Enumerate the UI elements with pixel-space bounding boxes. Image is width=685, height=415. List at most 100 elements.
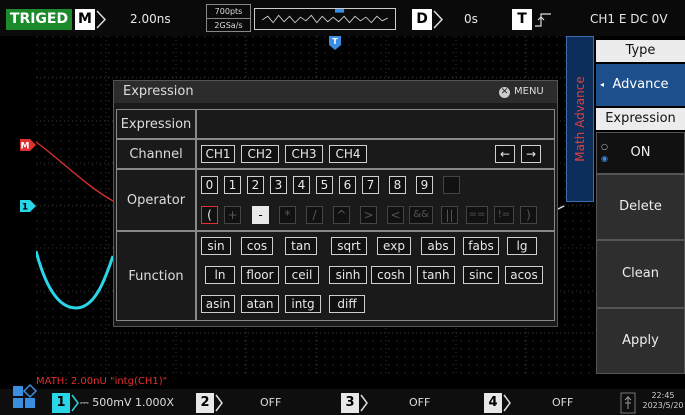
- ch1-info[interactable]: ⎓ 500mV 1.000X: [80, 393, 174, 413]
- dialog-title: Expression: [123, 84, 194, 99]
- cursor-left-key[interactable]: ←: [495, 145, 515, 163]
- key-digit-8[interactable]: 8: [389, 176, 406, 194]
- key-ch3[interactable]: CH3: [285, 145, 323, 163]
- delay-value[interactable]: 0s: [464, 9, 478, 30]
- key-tanh[interactable]: tanh: [417, 266, 455, 284]
- trigger-marker-label: T: [332, 37, 338, 46]
- key-abs[interactable]: abs: [421, 237, 455, 255]
- clock-time: 22:45: [651, 391, 675, 400]
- key-digit-2[interactable]: 2: [247, 176, 264, 194]
- key-and[interactable]: &&: [409, 206, 433, 224]
- key-cos[interactable]: cos: [241, 237, 273, 255]
- rising-edge-icon: [535, 13, 551, 27]
- key-digit-4[interactable]: 4: [293, 176, 310, 194]
- key-power[interactable]: ^: [333, 206, 350, 224]
- apply-button[interactable]: Apply: [596, 308, 685, 374]
- key-floor[interactable]: floor: [241, 266, 279, 284]
- delay-menu-button[interactable]: D: [412, 9, 432, 30]
- key-ch1[interactable]: CH1: [201, 145, 235, 163]
- key-digit-7[interactable]: 7: [362, 176, 379, 194]
- trigger-status-badge: TRIGED: [6, 9, 72, 30]
- key-ch4[interactable]: CH4: [329, 145, 367, 163]
- function-row-label: Function: [116, 231, 196, 321]
- key-close-paren[interactable]: ): [520, 206, 537, 224]
- expression-input[interactable]: [196, 109, 555, 139]
- key-intg[interactable]: intg: [285, 295, 321, 313]
- key-sinc[interactable]: sinc: [463, 266, 499, 284]
- math-advance-side-tab: Math Advance: [566, 36, 594, 202]
- key-plus[interactable]: +: [224, 206, 241, 224]
- key-digit-0[interactable]: 0: [201, 176, 218, 194]
- clean-button[interactable]: Clean: [596, 240, 685, 308]
- key-less[interactable]: <: [387, 206, 404, 224]
- channel-area: CH1 CH2 CH3 CH4 ← →: [196, 139, 555, 169]
- key-fabs[interactable]: fabs: [463, 237, 499, 255]
- home-menu-icon[interactable]: [10, 383, 38, 411]
- key-digit-9[interactable]: 9: [416, 176, 433, 194]
- delete-button[interactable]: Delete: [596, 174, 685, 240]
- key-digit-3[interactable]: 3: [270, 176, 287, 194]
- key-asin[interactable]: asin: [201, 295, 235, 313]
- key-ln[interactable]: ln: [205, 266, 235, 284]
- key-acos[interactable]: acos: [505, 266, 543, 284]
- key-sinh[interactable]: sinh: [329, 266, 367, 284]
- key-open-paren[interactable]: (: [201, 206, 218, 224]
- cursor-right-key[interactable]: →: [521, 145, 541, 163]
- key-digit-6[interactable]: 6: [339, 176, 356, 194]
- key-digit-1[interactable]: 1: [224, 176, 241, 194]
- key-not-equal[interactable]: !=: [494, 206, 514, 224]
- key-digit-5[interactable]: 5: [316, 176, 333, 194]
- key-cosh[interactable]: cosh: [371, 266, 411, 284]
- key-sin[interactable]: sin: [201, 237, 231, 255]
- type-advance-button[interactable]: ◂ Advance: [596, 64, 685, 106]
- type-title: Type: [596, 40, 685, 62]
- side-tab-label: Math Advance: [573, 76, 587, 162]
- ch3-info[interactable]: OFF: [409, 393, 430, 413]
- ch2-info[interactable]: OFF: [260, 393, 281, 413]
- expression-value: ON: [630, 145, 651, 160]
- timebase-value[interactable]: 2.00ns: [130, 9, 171, 30]
- key-sqrt[interactable]: sqrt: [331, 237, 367, 255]
- ch1-button[interactable]: 1: [52, 393, 70, 413]
- math-marker-label: M: [21, 142, 30, 152]
- key-minus[interactable]: -: [252, 206, 269, 224]
- ch1-marker[interactable]: 1: [20, 200, 36, 212]
- waveform-overview[interactable]: [254, 8, 396, 30]
- math-marker[interactable]: M: [20, 139, 36, 151]
- close-icon[interactable]: ✕: [499, 87, 510, 98]
- radio-on-icon: ◉: [601, 154, 608, 163]
- key-ceil[interactable]: ceil: [285, 266, 319, 284]
- key-greater[interactable]: >: [360, 206, 377, 224]
- trigger-position-marker[interactable]: T: [329, 36, 341, 50]
- key-equal[interactable]: ==: [466, 206, 488, 224]
- key-diff[interactable]: diff: [329, 295, 365, 313]
- type-value: Advance: [612, 77, 669, 92]
- trigger-source-info: CH1 E DC 0V: [590, 12, 668, 26]
- usb-icon: [620, 392, 636, 414]
- function-area: sin cos tan sqrt exp abs fabs lg ln floo…: [196, 231, 555, 321]
- clock-date: 2023/5/20: [642, 401, 684, 410]
- key-ch2[interactable]: CH2: [241, 145, 279, 163]
- expression-toggle[interactable]: ○ ◉ ON: [596, 132, 685, 174]
- trigger-menu-button[interactable]: T: [512, 9, 532, 30]
- dc-coupling-icon: ⎓: [80, 396, 89, 409]
- points-value: 700pts: [207, 5, 250, 19]
- ch4-info[interactable]: OFF: [552, 393, 573, 413]
- timebase-menu-button[interactable]: M: [75, 9, 95, 30]
- operator-row-label: Operator: [116, 169, 196, 231]
- key-exp[interactable]: exp: [377, 237, 411, 255]
- key-divide[interactable]: /: [306, 206, 323, 224]
- key-tan[interactable]: tan: [285, 237, 317, 255]
- key-multiply[interactable]: *: [279, 206, 296, 224]
- ch4-button[interactable]: 4: [484, 393, 502, 413]
- ch3-button[interactable]: 3: [341, 393, 359, 413]
- left-triangle-icon: ◂: [600, 80, 605, 89]
- key-or[interactable]: ||: [441, 206, 458, 224]
- dialog-menu-hint: MENU: [514, 86, 544, 97]
- math-status-text: MATH: 2.00nU "intg(CH1)": [36, 376, 168, 387]
- expression-dialog: Expression ✕ MENU Expression Channel CH1…: [113, 80, 558, 327]
- ch2-button[interactable]: 2: [196, 393, 214, 413]
- key-atan[interactable]: atan: [241, 295, 279, 313]
- clock: 22:45 2023/5/20: [641, 391, 685, 411]
- key-lg[interactable]: lg: [507, 237, 537, 255]
